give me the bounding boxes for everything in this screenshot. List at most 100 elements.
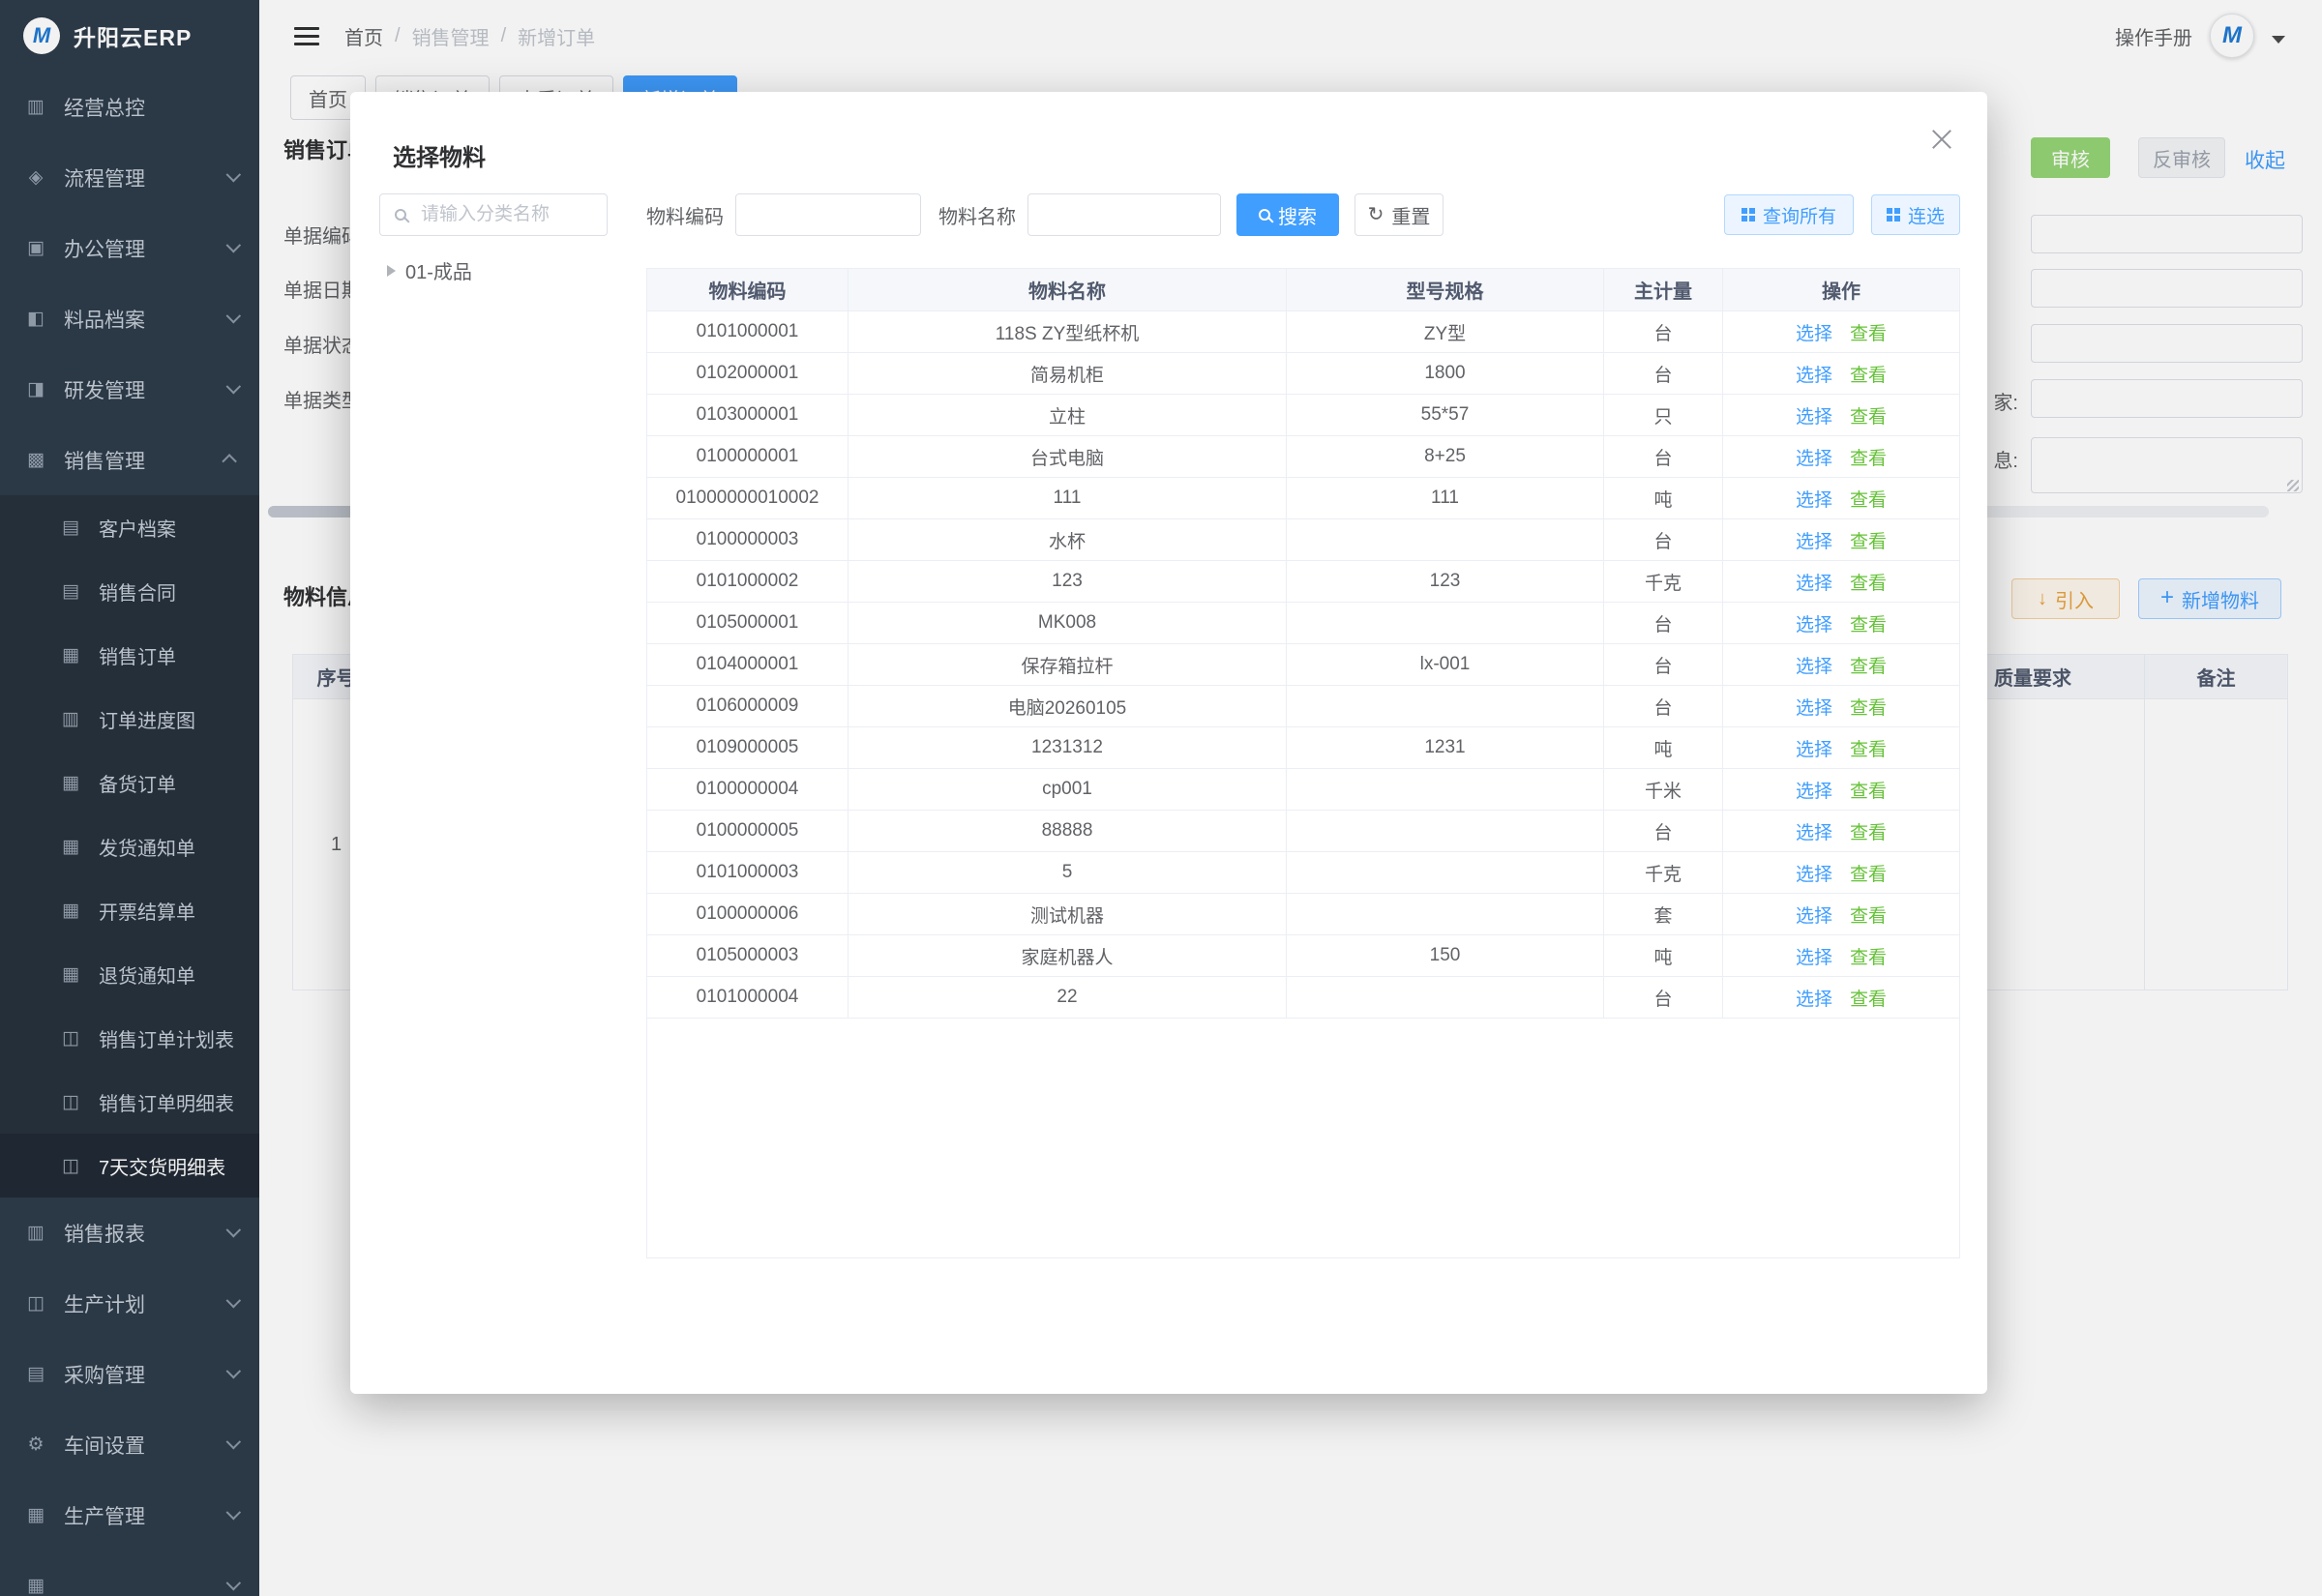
select-link[interactable]: 选择	[1796, 569, 1832, 595]
grid-icon	[1887, 208, 1900, 222]
material-ops-cell: 选择查看	[1723, 894, 1959, 935]
material-name-cell: 88888	[848, 811, 1287, 852]
view-link[interactable]: 查看	[1850, 486, 1887, 512]
view-link[interactable]: 查看	[1850, 777, 1887, 803]
category-search-input[interactable]	[379, 193, 608, 236]
material-spec-cell: 55*57	[1287, 395, 1604, 436]
material-row: 0105000001MK008台选择查看	[647, 603, 1959, 644]
material-row: 0103000001立柱55*57只选择查看	[647, 395, 1959, 436]
material-code-cell: 0104000001	[647, 644, 848, 686]
material-spec-cell	[1287, 519, 1604, 561]
select-link[interactable]: 选择	[1796, 735, 1832, 761]
select-link[interactable]: 选择	[1796, 361, 1832, 387]
material-name-cell: 123	[848, 561, 1287, 603]
material-spec-cell	[1287, 894, 1604, 935]
material-code-cell: 0101000001	[647, 311, 848, 353]
material-row: 010900000512313121231吨选择查看	[647, 727, 1959, 769]
select-link[interactable]: 选择	[1796, 402, 1832, 429]
material-code-cell: 0101000004	[647, 977, 848, 1019]
material-spec-cell: ZY型	[1287, 311, 1604, 353]
select-link[interactable]: 选择	[1796, 486, 1832, 512]
view-link[interactable]: 查看	[1850, 735, 1887, 761]
material-spec-cell: 111	[1287, 478, 1604, 519]
multi-select-label: 连选	[1908, 202, 1945, 228]
material-row: 010000000588888台选择查看	[647, 811, 1959, 852]
view-link[interactable]: 查看	[1850, 569, 1887, 595]
material-name-cell: 1231312	[848, 727, 1287, 769]
view-link[interactable]: 查看	[1850, 901, 1887, 928]
material-name-cell: 水杯	[848, 519, 1287, 561]
select-link[interactable]: 选择	[1796, 444, 1832, 470]
select-link[interactable]: 选择	[1796, 943, 1832, 969]
material-name-label: 物料名称	[938, 193, 1016, 236]
grid-icon	[1742, 208, 1755, 222]
view-link[interactable]: 查看	[1850, 652, 1887, 678]
reset-button[interactable]: ↻ 重置	[1354, 193, 1444, 236]
view-link[interactable]: 查看	[1850, 610, 1887, 636]
multi-select-button[interactable]: 连选	[1871, 194, 1960, 235]
select-link[interactable]: 选择	[1796, 527, 1832, 553]
query-all-label: 查询所有	[1763, 202, 1836, 228]
select-link[interactable]: 选择	[1796, 319, 1832, 345]
material-code-cell: 0100000004	[647, 769, 848, 811]
material-row: 01000000010002111111吨选择查看	[647, 478, 1959, 519]
material-unit-cell: 只	[1604, 395, 1723, 436]
query-all-button[interactable]: 查询所有	[1724, 194, 1854, 235]
tree-expand-caret-icon[interactable]	[387, 265, 396, 277]
view-link[interactable]: 查看	[1850, 818, 1887, 844]
select-link[interactable]: 选择	[1796, 694, 1832, 720]
view-link[interactable]: 查看	[1850, 361, 1887, 387]
material-spec-cell	[1287, 686, 1604, 727]
material-unit-cell: 台	[1604, 519, 1723, 561]
material-code-cell: 0106000009	[647, 686, 848, 727]
material-unit-cell: 台	[1604, 353, 1723, 395]
material-unit-cell: 台	[1604, 311, 1723, 353]
material-ops-cell: 选择查看	[1723, 395, 1959, 436]
select-link[interactable]: 选择	[1796, 777, 1832, 803]
material-row: 0100000003水杯台选择查看	[647, 519, 1959, 561]
view-link[interactable]: 查看	[1850, 943, 1887, 969]
select-link[interactable]: 选择	[1796, 610, 1832, 636]
close-icon[interactable]	[1929, 127, 1954, 152]
material-name-cell: 111	[848, 478, 1287, 519]
select-link[interactable]: 选择	[1796, 652, 1832, 678]
material-ops-cell: 选择查看	[1723, 519, 1959, 561]
material-row: 0100000006测试机器套选择查看	[647, 894, 1959, 935]
material-row: 0104000001保存箱拉杆lx-001台选择查看	[647, 644, 1959, 686]
view-link[interactable]: 查看	[1850, 402, 1887, 429]
view-link[interactable]: 查看	[1850, 985, 1887, 1011]
material-code-input[interactable]	[735, 193, 921, 236]
material-code-cell: 0105000003	[647, 935, 848, 977]
material-name-cell: 家庭机器人	[848, 935, 1287, 977]
search-icon	[1259, 204, 1270, 226]
view-link[interactable]: 查看	[1850, 860, 1887, 886]
material-ops-cell: 选择查看	[1723, 769, 1959, 811]
material-ops-cell: 选择查看	[1723, 561, 1959, 603]
material-unit-cell: 千克	[1604, 561, 1723, 603]
material-spec-cell	[1287, 769, 1604, 811]
material-row: 0101000002123123千克选择查看	[647, 561, 1959, 603]
select-link[interactable]: 选择	[1796, 860, 1832, 886]
material-name-input[interactable]	[1027, 193, 1221, 236]
material-row: 0105000003家庭机器人150吨选择查看	[647, 935, 1959, 977]
category-tree-node[interactable]: 01-成品	[387, 256, 472, 284]
view-link[interactable]: 查看	[1850, 527, 1887, 553]
material-unit-cell: 吨	[1604, 727, 1723, 769]
material-unit-cell: 台	[1604, 686, 1723, 727]
view-link[interactable]: 查看	[1850, 694, 1887, 720]
material-spec-cell: 150	[1287, 935, 1604, 977]
material-code-label: 物料编码	[646, 193, 724, 236]
material-ops-cell: 选择查看	[1723, 644, 1959, 686]
material-spec-cell: 1231	[1287, 727, 1604, 769]
material-spec-cell: 8+25	[1287, 436, 1604, 478]
material-spec-cell	[1287, 977, 1604, 1019]
view-link[interactable]: 查看	[1850, 444, 1887, 470]
material-row: 0101000001118S ZY型纸杯机ZY型台选择查看	[647, 311, 1959, 353]
select-link[interactable]: 选择	[1796, 985, 1832, 1011]
select-link[interactable]: 选择	[1796, 818, 1832, 844]
view-link[interactable]: 查看	[1850, 319, 1887, 345]
dialog-title: 选择物料	[393, 138, 486, 172]
select-link[interactable]: 选择	[1796, 901, 1832, 928]
search-button[interactable]: 搜索	[1236, 193, 1339, 236]
material-code-cell: 0100000005	[647, 811, 848, 852]
